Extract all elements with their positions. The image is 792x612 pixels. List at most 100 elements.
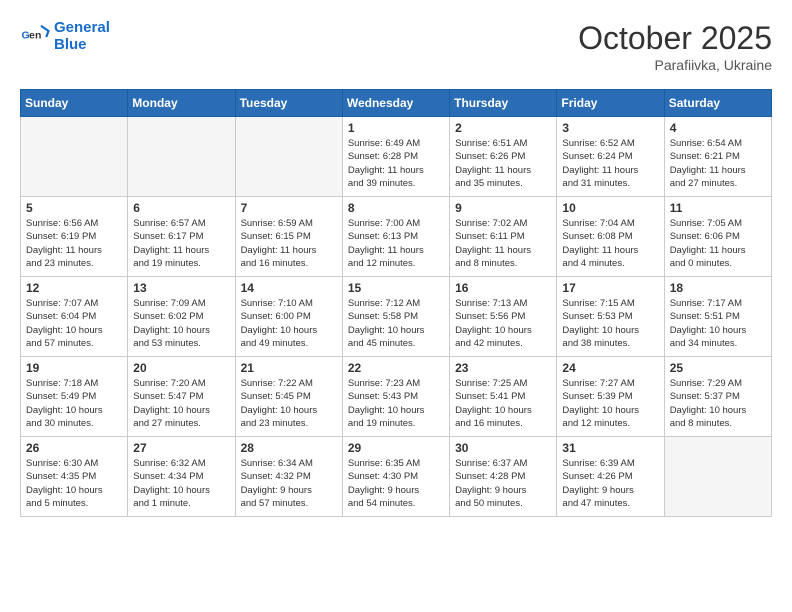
day-number: 8 <box>348 201 444 215</box>
day-number: 14 <box>241 281 337 295</box>
calendar-cell: 10 Sunrise: 7:04 AM Sunset: 6:08 PM Dayli… <box>557 197 664 277</box>
day-info: Sunrise: 7:09 AM Sunset: 6:02 PM Dayligh… <box>133 297 229 350</box>
day-number: 9 <box>455 201 551 215</box>
calendar-cell: 31Sunrise: 6:39 AM Sunset: 4:26 PM Dayli… <box>557 437 664 517</box>
day-number: 2 <box>455 121 551 135</box>
day-number: 16 <box>455 281 551 295</box>
day-number: 3 <box>562 121 658 135</box>
weekday-header-sunday: Sunday <box>21 90 128 117</box>
calendar-cell: 12 Sunrise: 7:07 AM Sunset: 6:04 PM Dayli… <box>21 277 128 357</box>
day-number: 30 <box>455 441 551 455</box>
calendar-cell: 9Sunrise: 7:02 AM Sunset: 6:11 PM Daylig… <box>450 197 557 277</box>
day-number: 19 <box>26 361 122 375</box>
calendar-cell: 14 Sunrise: 7:10 AM Sunset: 6:00 PM Dayli… <box>235 277 342 357</box>
week-row-3: 12 Sunrise: 7:07 AM Sunset: 6:04 PM Dayli… <box>21 277 772 357</box>
week-row-2: 5Sunrise: 6:56 AM Sunset: 6:19 PM Daylig… <box>21 197 772 277</box>
day-number: 27 <box>133 441 229 455</box>
calendar-cell: 29 Sunrise: 6:35 AM Sunset: 4:30 PM Dayli… <box>342 437 449 517</box>
day-info: Sunrise: 6:35 AM Sunset: 4:30 PM Dayligh… <box>348 457 444 510</box>
calendar-cell: 8 Sunrise: 7:00 AM Sunset: 6:13 PM Daylig… <box>342 197 449 277</box>
day-number: 31 <box>562 441 658 455</box>
calendar-cell: 21Sunrise: 7:22 AM Sunset: 5:45 PM Dayli… <box>235 357 342 437</box>
weekday-header-monday: Monday <box>128 90 235 117</box>
calendar-cell: 25 Sunrise: 7:29 AM Sunset: 5:37 PM Dayli… <box>664 357 771 437</box>
day-info: Sunrise: 7:17 AM Sunset: 5:51 PM Dayligh… <box>670 297 766 350</box>
day-number: 1 <box>348 121 444 135</box>
week-row-5: 26 Sunrise: 6:30 AM Sunset: 4:35 PM Dayli… <box>21 437 772 517</box>
weekday-header-tuesday: Tuesday <box>235 90 342 117</box>
day-info: Sunrise: 6:30 AM Sunset: 4:35 PM Dayligh… <box>26 457 122 510</box>
page-header: G e n General Blue October 2025 Parafiiv… <box>20 20 772 73</box>
weekday-header-row: SundayMondayTuesdayWednesdayThursdayFrid… <box>21 90 772 117</box>
calendar-cell: 20 Sunrise: 7:20 AM Sunset: 5:47 PM Dayli… <box>128 357 235 437</box>
logo-text: General <box>54 20 110 37</box>
day-number: 21 <box>241 361 337 375</box>
day-info: Sunrise: 6:52 AM Sunset: 6:24 PM Dayligh… <box>562 137 658 190</box>
location-subtitle: Parafiivka, Ukraine <box>578 57 772 73</box>
calendar-cell: 23Sunrise: 7:25 AM Sunset: 5:41 PM Dayli… <box>450 357 557 437</box>
calendar-cell: 17Sunrise: 7:15 AM Sunset: 5:53 PM Dayli… <box>557 277 664 357</box>
weekday-header-friday: Friday <box>557 90 664 117</box>
calendar-cell: 3 Sunrise: 6:52 AM Sunset: 6:24 PM Daylig… <box>557 117 664 197</box>
calendar-cell: 5Sunrise: 6:56 AM Sunset: 6:19 PM Daylig… <box>21 197 128 277</box>
day-number: 11 <box>670 201 766 215</box>
day-info: Sunrise: 7:20 AM Sunset: 5:47 PM Dayligh… <box>133 377 229 430</box>
day-info: Sunrise: 6:51 AM Sunset: 6:26 PM Dayligh… <box>455 137 551 190</box>
calendar-cell: 18 Sunrise: 7:17 AM Sunset: 5:51 PM Dayli… <box>664 277 771 357</box>
calendar-cell: 2 Sunrise: 6:51 AM Sunset: 6:26 PM Daylig… <box>450 117 557 197</box>
day-number: 18 <box>670 281 766 295</box>
day-info: Sunrise: 6:37 AM Sunset: 4:28 PM Dayligh… <box>455 457 551 510</box>
weekday-header-thursday: Thursday <box>450 90 557 117</box>
day-number: 24 <box>562 361 658 375</box>
weekday-header-wednesday: Wednesday <box>342 90 449 117</box>
day-info: Sunrise: 6:57 AM Sunset: 6:17 PM Dayligh… <box>133 217 229 270</box>
day-info: Sunrise: 7:10 AM Sunset: 6:00 PM Dayligh… <box>241 297 337 350</box>
day-number: 25 <box>670 361 766 375</box>
day-number: 7 <box>241 201 337 215</box>
svg-text:n: n <box>35 29 41 41</box>
day-info: Sunrise: 7:15 AM Sunset: 5:53 PM Dayligh… <box>562 297 658 350</box>
day-info: Sunrise: 6:49 AM Sunset: 6:28 PM Dayligh… <box>348 137 444 190</box>
week-row-4: 19 Sunrise: 7:18 AM Sunset: 5:49 PM Dayli… <box>21 357 772 437</box>
day-info: Sunrise: 7:07 AM Sunset: 6:04 PM Dayligh… <box>26 297 122 350</box>
day-info: Sunrise: 7:12 AM Sunset: 5:58 PM Dayligh… <box>348 297 444 350</box>
calendar-cell: 15 Sunrise: 7:12 AM Sunset: 5:58 PM Dayli… <box>342 277 449 357</box>
day-info: Sunrise: 7:23 AM Sunset: 5:43 PM Dayligh… <box>348 377 444 430</box>
day-number: 15 <box>348 281 444 295</box>
calendar-cell: 16 Sunrise: 7:13 AM Sunset: 5:56 PM Dayli… <box>450 277 557 357</box>
day-number: 26 <box>26 441 122 455</box>
day-info: Sunrise: 7:13 AM Sunset: 5:56 PM Dayligh… <box>455 297 551 350</box>
logo-icon: G e n <box>20 22 50 52</box>
day-number: 10 <box>562 201 658 215</box>
calendar-cell: 22Sunrise: 7:23 AM Sunset: 5:43 PM Dayli… <box>342 357 449 437</box>
calendar-cell: 24Sunrise: 7:27 AM Sunset: 5:39 PM Dayli… <box>557 357 664 437</box>
calendar-cell: 28Sunrise: 6:34 AM Sunset: 4:32 PM Dayli… <box>235 437 342 517</box>
day-number: 4 <box>670 121 766 135</box>
day-info: Sunrise: 7:29 AM Sunset: 5:37 PM Dayligh… <box>670 377 766 430</box>
day-info: Sunrise: 6:59 AM Sunset: 6:15 PM Dayligh… <box>241 217 337 270</box>
day-number: 6 <box>133 201 229 215</box>
day-number: 20 <box>133 361 229 375</box>
calendar-cell: 26 Sunrise: 6:30 AM Sunset: 4:35 PM Dayli… <box>21 437 128 517</box>
day-info: Sunrise: 7:05 AM Sunset: 6:06 PM Dayligh… <box>670 217 766 270</box>
day-number: 29 <box>348 441 444 455</box>
calendar-cell: 4Sunrise: 6:54 AM Sunset: 6:21 PM Daylig… <box>664 117 771 197</box>
day-number: 12 <box>26 281 122 295</box>
logo-subtext: Blue <box>54 37 110 54</box>
logo: G e n General Blue <box>20 20 110 53</box>
calendar-cell: 7 Sunrise: 6:59 AM Sunset: 6:15 PM Daylig… <box>235 197 342 277</box>
day-info: Sunrise: 6:34 AM Sunset: 4:32 PM Dayligh… <box>241 457 337 510</box>
calendar-cell <box>128 117 235 197</box>
svg-text:e: e <box>29 29 35 41</box>
weekday-header-saturday: Saturday <box>664 90 771 117</box>
calendar-cell <box>664 437 771 517</box>
day-info: Sunrise: 7:04 AM Sunset: 6:08 PM Dayligh… <box>562 217 658 270</box>
calendar-cell: 6 Sunrise: 6:57 AM Sunset: 6:17 PM Daylig… <box>128 197 235 277</box>
calendar-table: SundayMondayTuesdayWednesdayThursdayFrid… <box>20 89 772 517</box>
calendar-cell <box>21 117 128 197</box>
day-number: 23 <box>455 361 551 375</box>
calendar-cell: 27Sunrise: 6:32 AM Sunset: 4:34 PM Dayli… <box>128 437 235 517</box>
title-section: October 2025 Parafiivka, Ukraine <box>578 20 772 73</box>
day-info: Sunrise: 7:18 AM Sunset: 5:49 PM Dayligh… <box>26 377 122 430</box>
day-info: Sunrise: 7:00 AM Sunset: 6:13 PM Dayligh… <box>348 217 444 270</box>
